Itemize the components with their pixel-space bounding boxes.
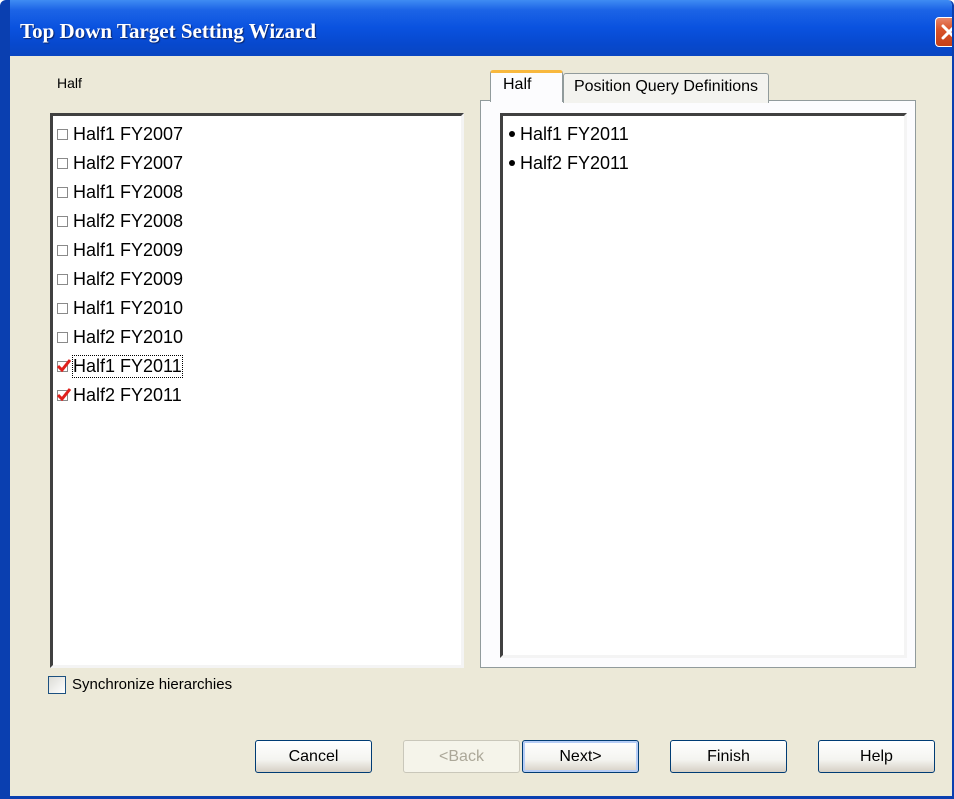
item-checkbox[interactable] xyxy=(57,244,68,256)
item-label: Half1 FY2009 xyxy=(73,239,184,260)
item-checkbox[interactable] xyxy=(57,157,68,169)
item-label: Half2 FY2010 xyxy=(73,326,184,347)
item-label: Half1 FY2010 xyxy=(73,297,184,318)
back-button[interactable]: <Back xyxy=(403,740,520,773)
item-label: Half2 FY2008 xyxy=(73,210,184,231)
list-item[interactable]: Half1 FY2008 xyxy=(57,179,183,205)
list-item[interactable]: Half2 FY2011 xyxy=(509,150,629,176)
item-label: Half2 FY2011 xyxy=(73,384,182,405)
item-checkbox-checked[interactable] xyxy=(57,387,71,401)
list-item[interactable]: Half1 FY2009 xyxy=(57,237,183,263)
item-checkbox-checked[interactable] xyxy=(57,358,71,372)
item-label: Half1 FY2007 xyxy=(73,123,184,144)
list-item[interactable]: Half2 FY2007 xyxy=(57,150,183,176)
title-bar[interactable]: Top Down Target Setting Wizard xyxy=(10,0,952,56)
finish-button[interactable]: Finish xyxy=(670,740,787,773)
half-checklist[interactable]: Half1 FY2007 Half2 FY2007 Half1 FY2008 H… xyxy=(50,113,464,668)
item-label: Half1 FY2011 xyxy=(72,354,183,378)
item-label: Half2 FY2011 xyxy=(520,152,629,173)
half-list-label: Half xyxy=(57,75,82,91)
item-label: Half2 FY2007 xyxy=(73,152,184,173)
list-item[interactable]: Half2 FY2009 xyxy=(57,266,183,292)
item-checkbox[interactable] xyxy=(57,128,68,140)
item-checkbox[interactable] xyxy=(57,302,68,314)
synchronize-hierarchies-label[interactable]: Synchronize hierarchies xyxy=(72,676,232,693)
list-item[interactable]: Half2 FY2011 xyxy=(57,382,182,408)
cancel-button[interactable]: Cancel xyxy=(255,740,372,773)
checkmark-icon xyxy=(57,358,71,372)
bullet-icon xyxy=(509,160,515,166)
list-item[interactable]: Half1 FY2007 xyxy=(57,121,183,147)
window-title: Top Down Target Setting Wizard xyxy=(20,19,316,43)
item-label: Half2 FY2009 xyxy=(73,268,184,289)
list-item[interactable]: Half1 FY2011 xyxy=(57,353,183,379)
list-item[interactable]: Half1 FY2010 xyxy=(57,295,183,321)
next-button[interactable]: Next> xyxy=(522,740,639,773)
list-item[interactable]: Half2 FY2008 xyxy=(57,208,183,234)
list-item[interactable]: Half1 FY2011 xyxy=(509,121,629,147)
help-button[interactable]: Help xyxy=(818,740,935,773)
list-item[interactable]: Half2 FY2010 xyxy=(57,324,183,350)
item-checkbox[interactable] xyxy=(57,331,68,343)
item-checkbox[interactable] xyxy=(57,186,68,198)
item-checkbox[interactable] xyxy=(57,273,68,285)
synchronize-hierarchies-checkbox[interactable] xyxy=(48,676,66,694)
item-label: Half1 FY2011 xyxy=(520,123,629,144)
close-button[interactable] xyxy=(935,17,952,47)
item-label: Half1 FY2008 xyxy=(73,181,184,202)
tab-position-query-definitions[interactable]: Position Query Definitions xyxy=(563,73,769,103)
close-icon xyxy=(941,24,952,40)
tab-half[interactable]: Half xyxy=(490,70,563,102)
checkmark-icon xyxy=(57,387,71,401)
bullet-icon xyxy=(509,131,515,137)
selected-half-list[interactable]: Half1 FY2011 Half2 FY2011 xyxy=(500,113,907,658)
item-checkbox[interactable] xyxy=(57,215,68,227)
